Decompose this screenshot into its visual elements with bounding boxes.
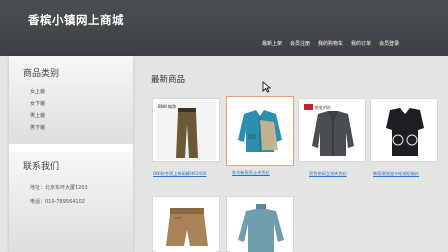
product-image-jacket [230, 100, 292, 162]
product-image-coat: 虹虹衬衫 [302, 102, 364, 160]
product-link[interactable]: 韩版潮流加卡哇绒短袖衫 [373, 171, 419, 177]
site-header: 香槟小镇网上商城 最新上架 会员注册 我的购物车 我的订单 会员登录 [0, 0, 448, 56]
product-card[interactable] [152, 196, 220, 252]
category-women-tops[interactable]: 女上装 [30, 88, 45, 95]
mouse-cursor-icon [262, 81, 271, 93]
contact-title: 联系我们 [23, 162, 60, 172]
top-nav: 最新上架 会员注册 我的购物车 我的订单 会员登录 [262, 40, 448, 50]
product-card[interactable] [370, 98, 438, 162]
nav-cart[interactable]: 我的购物车 [318, 40, 343, 50]
categories-title: 商品类别 [23, 69, 60, 79]
sidebar: 商品类别 女上装 女下装 男上装 男下装 联系我们 地址：北京东环大厦1203 … [9, 56, 133, 252]
product-link[interactable]: 秋冬新款男士夹克衫 [232, 170, 270, 176]
product-brand-label: 虹虹衬衫 [315, 104, 331, 110]
nav-register[interactable]: 会员注册 [290, 40, 310, 50]
product-card[interactable] [226, 196, 294, 252]
contact-panel: 联系我们 地址：北京东环大厦1203 电话：010-789564102 [9, 152, 133, 252]
product-card[interactable]: BNH 纯净 [152, 98, 220, 162]
product-image-turtleneck [230, 200, 292, 252]
product-image-knit-top [374, 102, 436, 160]
category-women-bottoms[interactable]: 女下装 [30, 100, 45, 107]
category-men-bottoms[interactable]: 男下装 [30, 124, 45, 131]
product-image-pants: BNH 纯净 [156, 102, 216, 160]
contact-address: 地址：北京东环大厦1203 [30, 185, 88, 191]
nav-orders[interactable]: 我的订单 [351, 40, 371, 50]
product-brand-label: BNH 纯净 [158, 103, 176, 109]
category-men-tops[interactable]: 男上装 [30, 112, 45, 119]
nav-new-arrivals[interactable]: 最新上架 [262, 40, 282, 50]
categories-panel: 商品类别 女上装 女下装 男上装 男下装 [9, 56, 133, 144]
product-link[interactable]: 男色休闲立领夹克衫 [309, 171, 347, 177]
nav-login[interactable]: 会员登录 [379, 40, 399, 50]
product-image-shorts [156, 200, 216, 252]
latest-products-heading: 最新商品 [151, 75, 186, 85]
product-card[interactable]: 虹虹衬衫 [298, 98, 366, 162]
contact-phone: 电话：010-789564102 [30, 199, 85, 205]
site-title: 香槟小镇网上商城 [28, 13, 124, 27]
product-link[interactable]: ONI秋冬男上休闲裤HK3400 [153, 171, 207, 177]
product-card[interactable] [226, 96, 294, 166]
